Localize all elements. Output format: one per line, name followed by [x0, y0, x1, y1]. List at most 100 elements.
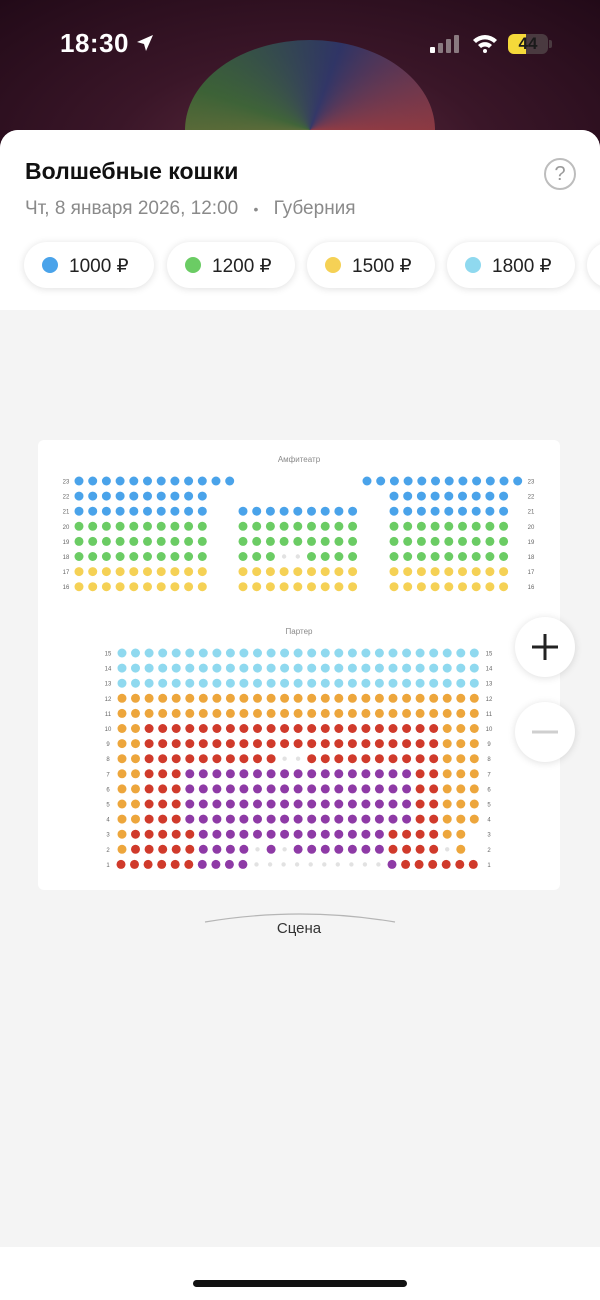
seat-amphitheater-right[interactable] [403, 552, 413, 561]
seat-amphitheater-right[interactable] [389, 521, 399, 531]
seat-parterre[interactable] [185, 648, 195, 658]
seat-parterre[interactable] [469, 678, 479, 688]
seat-parterre[interactable] [415, 648, 425, 658]
seat-parterre[interactable] [320, 769, 330, 779]
seat-parterre[interactable] [334, 769, 344, 779]
seat-amphitheater-right[interactable] [403, 506, 413, 516]
seat-parterre[interactable] [442, 769, 452, 779]
seat-parterre[interactable] [334, 814, 344, 824]
seat-amphitheater-left[interactable] [170, 521, 180, 531]
seat-amphitheater-right[interactable] [499, 506, 509, 516]
seat-parterre[interactable] [442, 829, 452, 839]
seat-amphitheater-left[interactable] [184, 567, 194, 577]
seat-amphitheater-left[interactable] [197, 552, 207, 561]
price-chip-1800[interactable]: 1800 ₽ [447, 242, 575, 288]
seat-parterre[interactable] [415, 708, 425, 718]
seat-parterre[interactable] [388, 844, 398, 854]
seat-parterre[interactable] [280, 784, 290, 794]
seat-parterre[interactable] [415, 693, 425, 703]
seat-parterre[interactable] [117, 693, 127, 703]
seat-parterre[interactable] [143, 859, 153, 869]
seat-parterre[interactable] [387, 859, 397, 869]
seat-parterre[interactable] [293, 724, 303, 733]
seat-parterre[interactable] [212, 769, 222, 779]
seat-parterre[interactable] [456, 754, 466, 764]
seat-amphitheater-center[interactable] [348, 536, 358, 546]
seat-parterre[interactable] [456, 784, 466, 794]
seat-parterre[interactable] [293, 693, 303, 703]
seat-parterre[interactable] [117, 648, 127, 658]
seat-parterre[interactable] [402, 799, 412, 809]
seat-amphitheater-right[interactable] [471, 552, 481, 561]
seat-amphitheater-right[interactable] [416, 536, 426, 546]
seat-parterre[interactable] [239, 663, 249, 673]
seat-parterre[interactable] [429, 693, 439, 703]
seat-amphitheater-right[interactable] [444, 521, 454, 531]
seat-amphitheater-left[interactable] [211, 476, 221, 486]
seat-parterre[interactable] [266, 769, 276, 779]
seat-amphitheater-left[interactable] [129, 536, 139, 546]
seat-parterre[interactable] [429, 678, 439, 688]
seat-parterre[interactable] [117, 814, 127, 824]
seat-parterre[interactable] [469, 693, 479, 703]
seat-parterre[interactable] [185, 724, 195, 733]
seat-parterre[interactable] [374, 829, 384, 839]
seat-parterre[interactable] [266, 799, 276, 809]
seat-amphitheater-left[interactable] [170, 536, 180, 546]
seat-parterre[interactable] [361, 829, 371, 839]
seat-parterre[interactable] [144, 814, 154, 824]
seat-amphitheater-left[interactable] [115, 582, 125, 592]
seat-amphitheater-center[interactable] [279, 506, 289, 516]
seat-amphitheater-right[interactable] [376, 476, 386, 486]
seat-parterre[interactable] [401, 859, 411, 869]
seat-parterre[interactable] [361, 708, 371, 718]
seat-amphitheater-left[interactable] [184, 506, 194, 516]
seat-parterre[interactable] [374, 844, 384, 854]
seat-parterre[interactable] [117, 708, 127, 718]
seat-parterre[interactable] [374, 708, 384, 718]
seat-parterre[interactable] [429, 739, 439, 749]
seat-parterre[interactable] [158, 648, 168, 658]
seat-amphitheater-right[interactable] [430, 521, 440, 531]
seat-parterre[interactable] [334, 784, 344, 794]
seat-amphitheater-right[interactable] [471, 536, 481, 546]
seat-amphitheater-left[interactable] [129, 521, 139, 531]
seat-parterre[interactable] [266, 754, 276, 764]
seat-amphitheater-right[interactable] [485, 552, 495, 561]
seat-parterre[interactable] [307, 814, 317, 824]
seat-amphitheater-left[interactable] [74, 536, 84, 546]
seat-amphitheater-left[interactable] [156, 536, 166, 546]
seat-parterre[interactable] [320, 708, 330, 718]
seat-parterre[interactable] [239, 799, 249, 809]
seat-parterre[interactable] [131, 769, 140, 779]
seat-parterre[interactable] [116, 859, 126, 869]
seat-parterre[interactable] [253, 663, 262, 673]
seat-parterre[interactable] [185, 678, 195, 688]
seat-amphitheater-center[interactable] [320, 582, 330, 592]
seat-amphitheater-left[interactable] [74, 521, 84, 531]
seat-amphitheater-right[interactable] [499, 582, 509, 592]
seat-parterre[interactable] [320, 829, 330, 839]
seat-amphitheater-left[interactable] [143, 582, 152, 592]
seat-parterre[interactable] [171, 708, 181, 718]
seat-amphitheater-center[interactable] [348, 521, 358, 531]
seat-amphitheater-left[interactable] [115, 476, 125, 486]
seat-parterre[interactable] [293, 708, 303, 718]
seat-parterre[interactable] [334, 708, 344, 718]
seat-parterre[interactable] [239, 708, 249, 718]
seat-parterre[interactable] [225, 739, 235, 749]
seat-amphitheater-right[interactable] [430, 506, 440, 516]
seat-parterre[interactable] [307, 663, 317, 673]
seat-parterre[interactable] [293, 844, 303, 854]
seat-parterre[interactable] [225, 784, 235, 794]
seat-parterre[interactable] [253, 678, 262, 688]
seat-amphitheater-center[interactable] [279, 582, 289, 592]
seat-parterre[interactable] [469, 739, 479, 749]
seat-amphitheater-center[interactable] [348, 582, 358, 592]
seat-amphitheater-right[interactable] [389, 536, 399, 546]
seat-amphitheater-center[interactable] [334, 582, 344, 592]
seat-parterre[interactable] [415, 724, 425, 733]
seat-parterre[interactable] [361, 724, 371, 733]
seat-parterre[interactable] [347, 693, 357, 703]
seat-parterre[interactable] [197, 859, 207, 869]
